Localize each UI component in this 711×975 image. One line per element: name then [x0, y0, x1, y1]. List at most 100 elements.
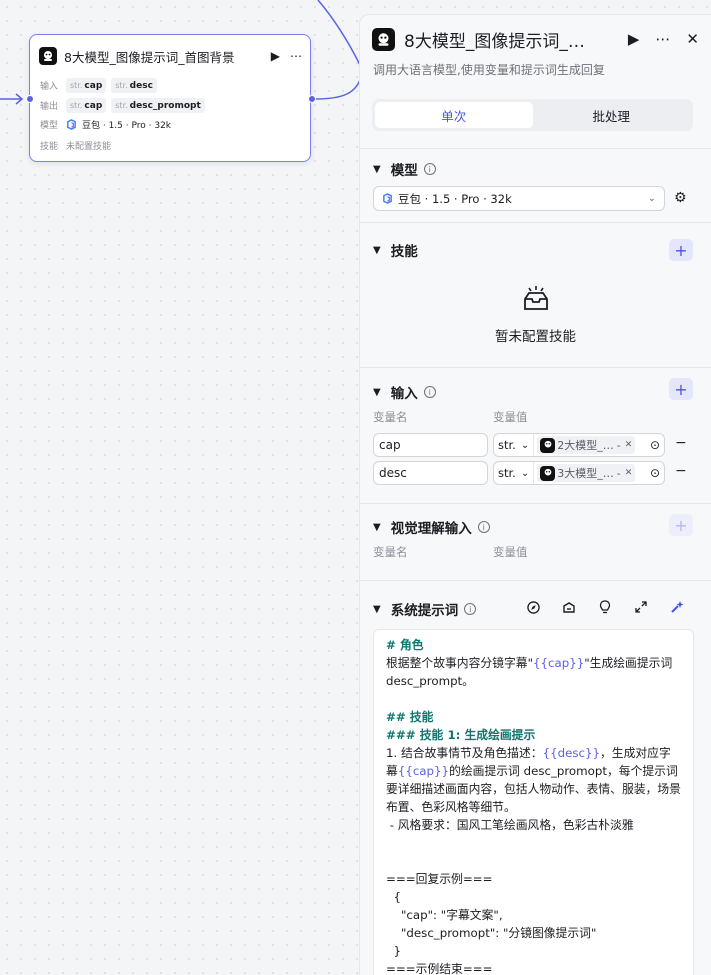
empty-box-icon	[523, 286, 548, 310]
node-output-row: 输出 str. cap str. desc_promopt	[40, 98, 210, 113]
more-icon[interactable]: ⋯	[655, 30, 670, 48]
input-tag: str. cap	[66, 78, 107, 93]
prompt-section-title[interactable]: ▼ 系统提示词 i	[373, 599, 477, 619]
panel-subtitle: 调用大语言模型,使用变量和提示词生成回复	[373, 63, 605, 77]
chevron-down-icon: ▼	[373, 603, 381, 615]
model-section-title[interactable]: ▼ 模型 i	[373, 159, 436, 179]
chevron-down-icon: ⌄	[520, 467, 530, 479]
compass-icon[interactable]	[525, 599, 541, 615]
col-var-name: 变量名	[373, 410, 408, 424]
input-section	[360, 367, 711, 368]
tab-batch[interactable]: 批处理	[533, 102, 691, 128]
output-tag: str. cap	[66, 98, 107, 113]
chevron-down-icon: ▼	[373, 386, 381, 398]
remove-ref-icon[interactable]: ✕	[625, 440, 633, 450]
play-icon[interactable]: ▶	[271, 49, 280, 63]
var-value-ref[interactable]: str. ⌄ 3大模型_… - ✕ ⊙	[493, 461, 665, 485]
prompt-line: ## 技能	[386, 710, 434, 724]
close-icon[interactable]: ✕	[686, 30, 699, 48]
prompt-line: {	[386, 890, 402, 904]
expand-icon[interactable]	[633, 599, 649, 615]
mode-tabs: 单次 批处理	[372, 99, 693, 131]
skill-label: 技能	[40, 142, 59, 152]
info-icon[interactable]: i	[464, 603, 477, 615]
target-icon[interactable]: ⊙	[650, 466, 660, 480]
skill-empty-state: 暂未配置技能	[360, 285, 711, 345]
node-skill-row: 技能 未配置技能	[40, 139, 111, 152]
var-value-ref[interactable]: str. ⌄ 2大模型_… - ✕ ⊙	[493, 433, 665, 457]
col-var-name: 变量名	[373, 545, 408, 559]
type-select[interactable]: str. ⌄	[494, 434, 535, 456]
add-skill-button[interactable]: +	[669, 239, 693, 261]
prompt-line: - 风格要求：国风工笔绘画风格，色彩古朴淡雅	[386, 818, 634, 832]
bulb-icon[interactable]	[597, 599, 613, 615]
remove-row-icon[interactable]: −	[675, 463, 687, 479]
prompt-line: ### 技能 1: 生成绘画提示	[386, 728, 536, 742]
panel-header: 8大模型_图像提示词_… ▶ ⋯ ✕	[372, 27, 699, 52]
prompt-line: "cap": "字幕文案",	[386, 908, 503, 922]
output-port[interactable]	[308, 95, 316, 103]
remove-ref-icon[interactable]: ✕	[625, 468, 633, 478]
info-icon[interactable]: i	[477, 521, 490, 533]
prompt-toolbar	[505, 599, 685, 615]
remove-row-icon[interactable]: −	[675, 435, 687, 451]
skill-section-title[interactable]: ▼ 技能	[373, 240, 418, 260]
node-title: 8大模型_图像提示词_首图背景	[64, 49, 235, 65]
target-icon[interactable]: ⊙	[650, 438, 660, 452]
prompt-line: 根据整个故事内容分镜字幕"{{cap}}"生成绘画提示词desc_prompt。	[386, 656, 673, 688]
ref-tag: 3大模型_… - ✕	[537, 464, 636, 482]
prompt-line: 1. 结合故事情节及角色描述：{{desc}}，生成对应字幕{{cap}}的绘画…	[386, 746, 681, 814]
tab-single[interactable]: 单次	[375, 102, 533, 128]
prompt-section	[360, 580, 711, 581]
doubao-logo-icon	[383, 193, 392, 204]
add-vision-input-button[interactable]: +	[669, 514, 693, 536]
input-section-title[interactable]: ▼ 输入 i	[373, 382, 436, 402]
prompt-line: }	[386, 944, 402, 958]
prompt-line: # 角色	[386, 638, 424, 652]
chevron-down-icon: ▼	[373, 244, 381, 256]
bot-avatar-icon	[540, 465, 556, 481]
bot-avatar-icon	[39, 47, 57, 65]
chevron-down-icon: ▼	[373, 521, 381, 533]
doubao-logo-icon	[67, 119, 76, 130]
input-label: 输入	[40, 82, 59, 92]
var-name-input[interactable]: desc	[373, 461, 488, 485]
system-prompt-editor[interactable]: # 角色根据整个故事内容分镜字幕"{{cap}}"生成绘画提示词desc_pro…	[373, 629, 694, 975]
output-tag: str. desc_promopt	[111, 98, 205, 113]
add-input-button[interactable]: +	[669, 378, 693, 400]
settings-gear-icon[interactable]: ⚙	[674, 190, 687, 206]
col-var-value: 变量值	[493, 410, 528, 424]
vision-section-title[interactable]: ▼ 视觉理解输入 i	[373, 517, 490, 537]
col-var-value: 变量值	[493, 545, 528, 559]
var-name-input[interactable]: cap	[373, 433, 488, 457]
chevron-down-icon: ⌄	[520, 439, 530, 451]
panel-title[interactable]: 8大模型_图像提示词_…	[404, 27, 612, 52]
prompt-line: ===回复示例===	[386, 872, 493, 886]
prompt-line	[386, 852, 681, 870]
ai-optimize-icon[interactable]	[669, 599, 685, 615]
prompt-line	[386, 690, 681, 708]
node-header: 8大模型_图像提示词_首图背景 ▶ ⋯	[39, 46, 302, 66]
info-icon[interactable]: i	[423, 386, 436, 398]
skill-section	[360, 222, 711, 223]
library-icon[interactable]	[561, 599, 577, 615]
model-select[interactable]: 豆包 · 1.5 · Pro · 32k ⌄	[373, 186, 665, 211]
input-port[interactable]	[26, 95, 34, 103]
prompt-line	[386, 834, 681, 852]
ref-tag: 2大模型_… - ✕	[537, 436, 636, 454]
model-label: 模型	[40, 121, 59, 131]
skill-empty-text: 暂未配置技能	[495, 329, 576, 345]
output-label: 输出	[40, 102, 59, 112]
node-skill-value: 未配置技能	[66, 142, 112, 152]
play-icon[interactable]: ▶	[628, 30, 640, 48]
type-select[interactable]: str. ⌄	[494, 462, 535, 484]
bot-avatar-icon	[372, 27, 395, 51]
node-model-value: 豆包 · 1.5 · Pro · 32k	[82, 121, 172, 131]
input-tag: str. desc	[111, 78, 157, 93]
node-input-row: 输入 str. cap str. desc	[40, 78, 162, 93]
info-icon[interactable]: i	[423, 163, 436, 175]
llm-node-card[interactable]: 8大模型_图像提示词_首图背景 ▶ ⋯ 输入 str. cap str. desc …	[29, 34, 311, 162]
more-icon[interactable]: ⋯	[290, 49, 302, 63]
chevron-down-icon: ⌄	[647, 193, 656, 204]
prompt-line: "desc_promopt": "分镜图像提示词"	[386, 926, 597, 940]
